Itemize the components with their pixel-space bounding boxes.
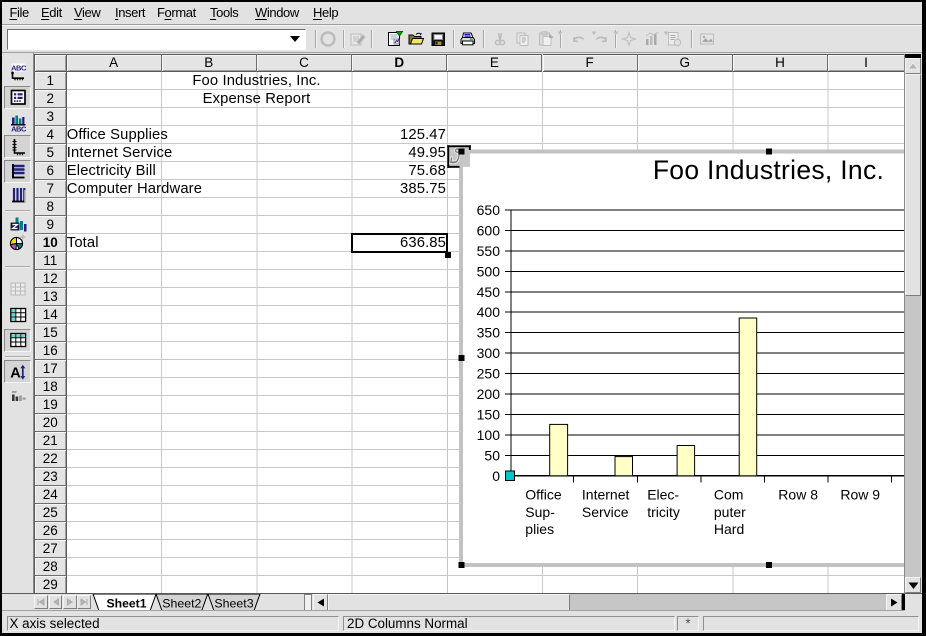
svg-text:400: 400 <box>477 304 501 320</box>
svg-text:A: A <box>10 365 21 381</box>
svg-text:250: 250 <box>477 366 501 382</box>
svg-text:tricity: tricity <box>647 504 680 520</box>
svg-text:100: 100 <box>477 427 501 443</box>
svg-text:500: 500 <box>477 263 501 279</box>
svg-text:Sheet1: Sheet1 <box>107 596 147 610</box>
svg-text:ABC: ABC <box>11 125 27 133</box>
svg-text:Foo Industries, Inc.: Foo Industries, Inc. <box>653 155 884 185</box>
svg-text:Com: Com <box>714 487 744 503</box>
svg-text:Sup-: Sup- <box>525 504 555 520</box>
svg-text:Row 9: Row 9 <box>840 487 880 503</box>
svg-text:450: 450 <box>477 284 501 300</box>
svg-text:Internet: Internet <box>582 487 630 503</box>
svg-text:0: 0 <box>492 468 500 484</box>
svg-text:Hard: Hard <box>714 521 744 537</box>
svg-text:plies: plies <box>525 521 554 537</box>
svg-text:350: 350 <box>477 325 501 341</box>
svg-text:200: 200 <box>477 386 501 402</box>
svg-text:50: 50 <box>484 447 500 463</box>
svg-text:Sheet2: Sheet2 <box>163 596 202 610</box>
svg-text:550: 550 <box>477 243 501 259</box>
svg-text:Office: Office <box>525 487 562 503</box>
svg-text:300: 300 <box>477 345 501 361</box>
svg-text:ABC: ABC <box>11 64 27 73</box>
svg-text:150: 150 <box>477 406 501 422</box>
svg-text:650: 650 <box>477 202 501 218</box>
svg-text:Service: Service <box>582 504 629 520</box>
svg-text:Row 8: Row 8 <box>778 487 818 503</box>
svg-text:600: 600 <box>477 222 501 238</box>
svg-text:puter: puter <box>714 504 746 520</box>
svg-text:Elec-: Elec- <box>647 487 679 503</box>
svg-text:Sheet3: Sheet3 <box>214 596 253 610</box>
